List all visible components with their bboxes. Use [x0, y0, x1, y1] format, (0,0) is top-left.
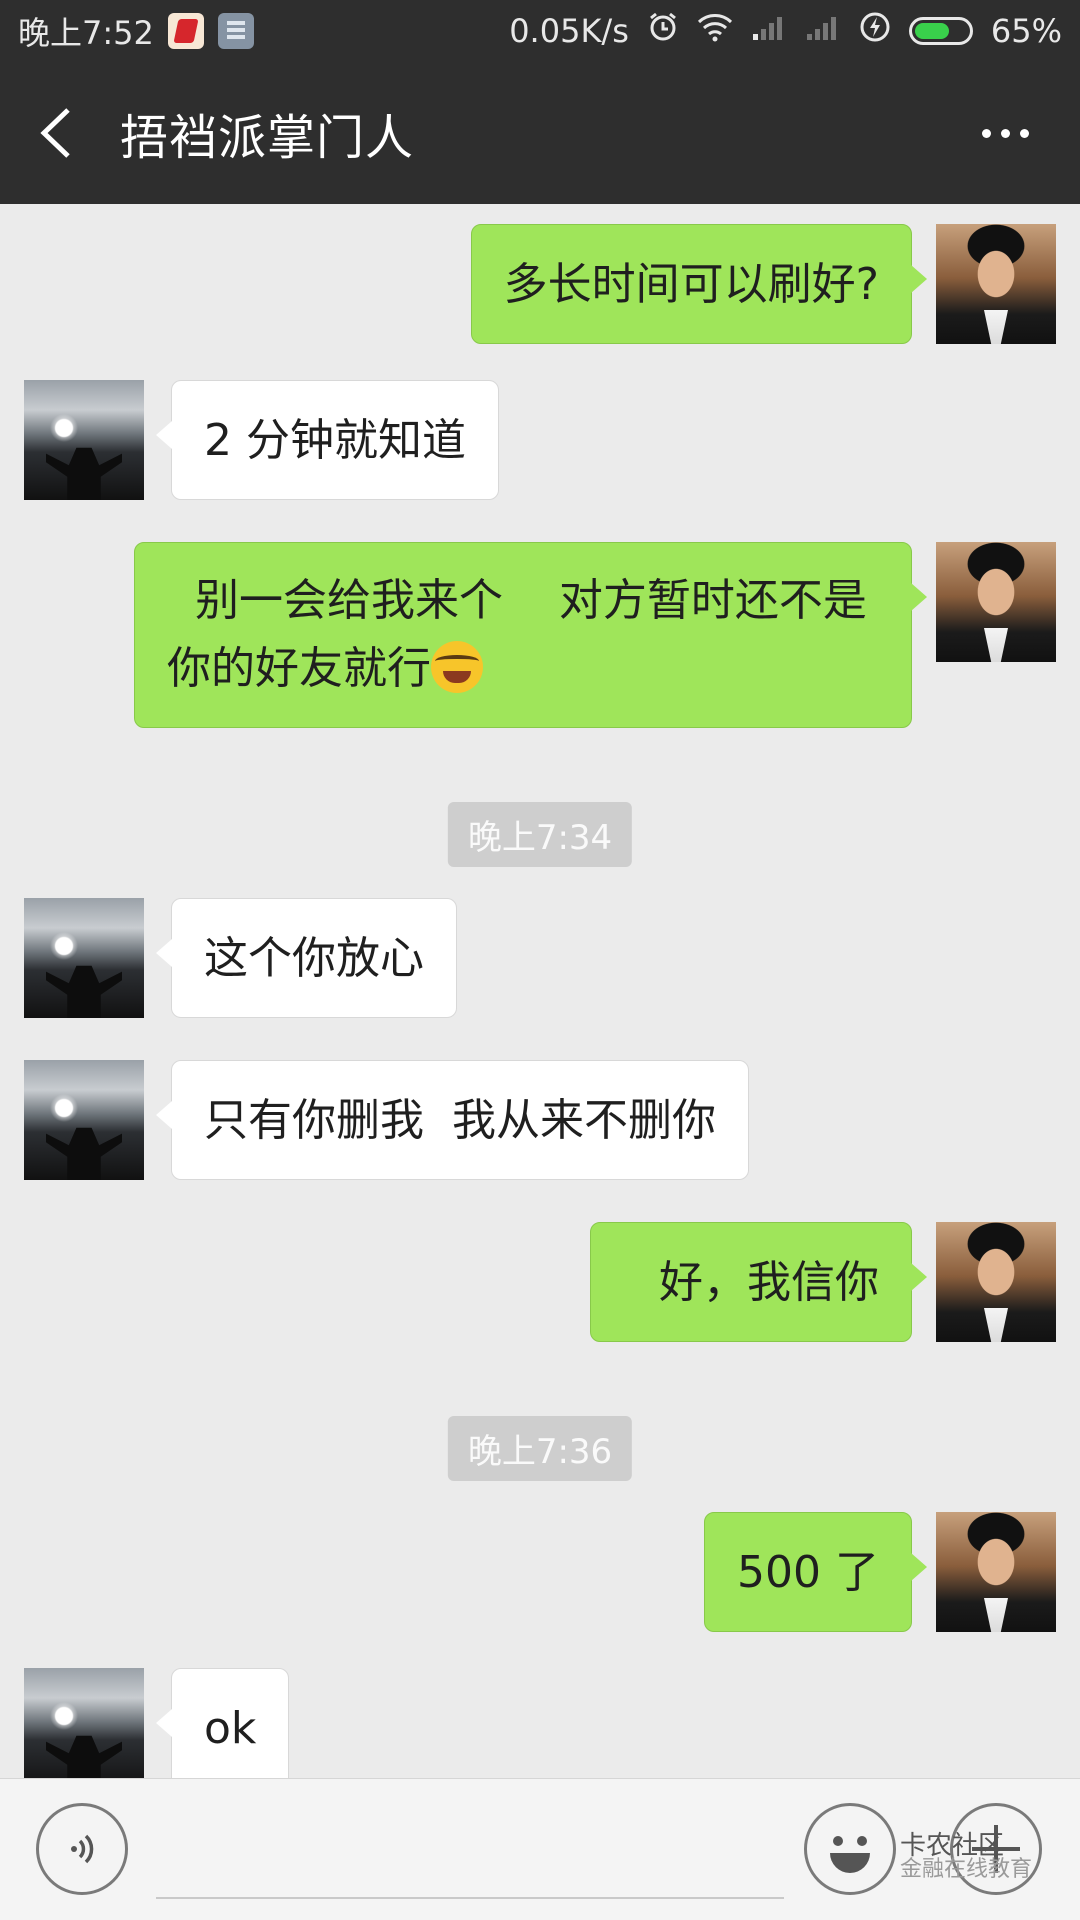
timestamp: 晚上7:34 — [447, 802, 633, 867]
message-bubble[interactable]: 好，我信你 — [590, 1222, 927, 1342]
message-text: ok — [204, 1703, 257, 1754]
message-text: 这个你放心 — [204, 933, 424, 984]
message-bubble[interactable]: ok — [155, 1668, 290, 1778]
message-bubble[interactable]: 这个你放心 — [156, 898, 457, 1018]
message-text: 500 了 — [737, 1547, 879, 1598]
emoji-face-icon — [812, 1811, 888, 1887]
laughing-crying-emoji-icon — [431, 641, 483, 693]
watermark-logo: 卡农社区 金融在线教育 — [900, 1831, 1033, 1882]
charging-icon — [859, 11, 891, 51]
battery-icon — [908, 17, 973, 45]
contact-avatar[interactable] — [24, 898, 144, 1018]
signal-icon — [751, 12, 787, 50]
status-time: 晚上7:52 — [18, 14, 154, 52]
timestamp: 晚上7:36 — [447, 1416, 633, 1481]
message-bubble[interactable]: 2 分钟就知道 — [156, 380, 499, 500]
status-bar: 晚上7:52 0.05K/s 65% — [0, 0, 1080, 62]
voice-input-button[interactable] — [36, 1803, 128, 1895]
more-options-button[interactable] — [970, 102, 1040, 164]
contact-avatar[interactable] — [24, 1060, 144, 1180]
message-text: 只有你删我 我从来不删你 — [204, 1095, 716, 1146]
watermark-subtitle: 金融在线教育 — [900, 1857, 1033, 1882]
message-text: 别一会给我来个 对方暂时还不是你的好友就行 — [167, 575, 867, 694]
message-text: 2 分钟就知道 — [204, 415, 466, 466]
alarm-icon — [647, 11, 679, 51]
my-avatar[interactable] — [936, 542, 1056, 662]
message-bubble[interactable]: 500 了 — [704, 1512, 927, 1632]
signal-icon — [805, 12, 841, 50]
wifi-icon — [697, 12, 733, 50]
back-button[interactable] — [0, 62, 110, 204]
message-text: 好，我信你 — [659, 1257, 879, 1308]
chat-title: 捂裆派掌门人 — [120, 110, 415, 166]
watermark-title: 卡农社区 — [900, 1831, 1005, 1861]
net-speed: 0.05K/s — [509, 12, 629, 50]
my-avatar[interactable] — [936, 1512, 1056, 1632]
more-dots-icon — [981, 128, 991, 138]
message-notification-icon — [217, 13, 254, 49]
message-bubble[interactable]: 只有你删我 我从来不删你 — [156, 1060, 749, 1180]
message-text: 多长时间可以刷好? — [503, 259, 879, 310]
my-avatar[interactable] — [936, 1222, 1056, 1342]
battery-percent: 65% — [990, 12, 1062, 50]
message-list[interactable]: 多长时间可以刷好? 2 分钟就知道 别一会给我来个 对方暂时还不是你的好友就行 … — [0, 204, 1080, 1778]
back-chevron-icon — [40, 108, 70, 158]
contact-avatar[interactable] — [24, 1668, 144, 1778]
message-bubble[interactable]: 别一会给我来个 对方暂时还不是你的好友就行 — [134, 542, 927, 728]
emoji-button[interactable] — [804, 1803, 896, 1895]
chat-header: 捂裆派掌门人 — [0, 62, 1080, 204]
my-avatar[interactable] — [936, 224, 1056, 344]
message-input[interactable] — [156, 1805, 784, 1899]
app-notification-icon — [167, 13, 204, 49]
voice-icon — [71, 1834, 94, 1864]
contact-avatar[interactable] — [24, 380, 144, 500]
message-bubble[interactable]: 多长时间可以刷好? — [470, 224, 928, 344]
